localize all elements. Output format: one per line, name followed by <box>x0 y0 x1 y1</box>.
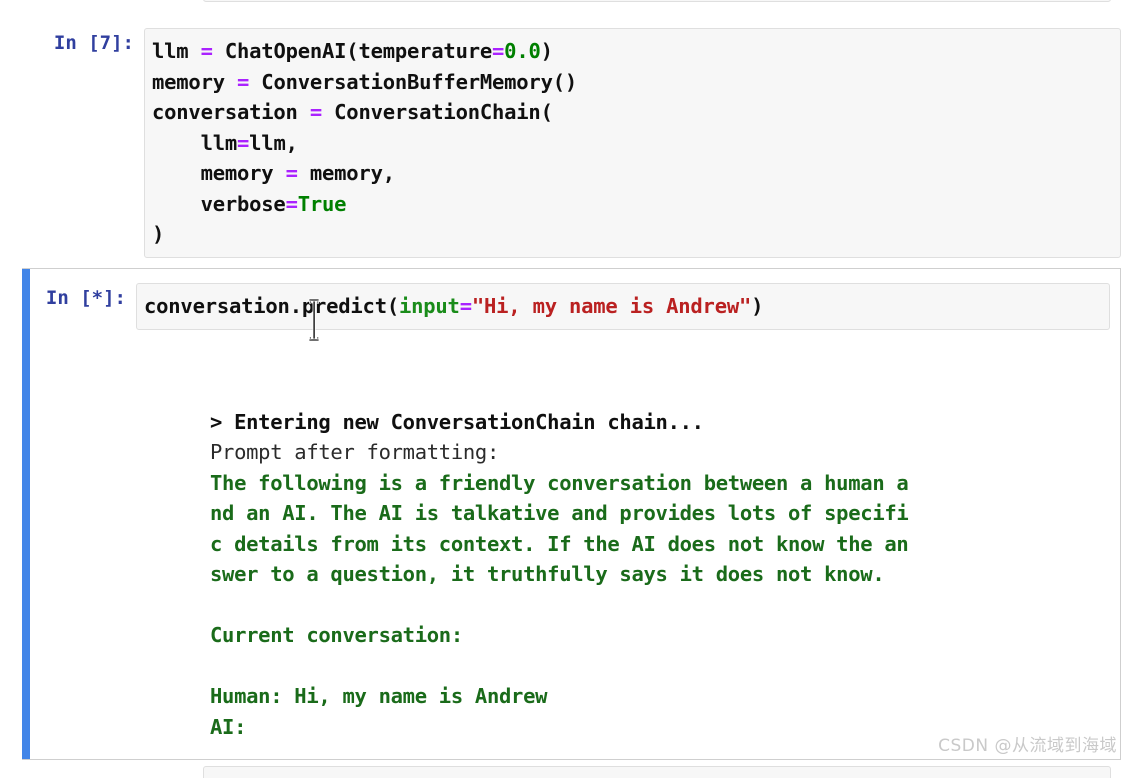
output-line: nd an AI. The AI is talkative and provid… <box>210 501 909 525</box>
cell-output-area: > Entering new ConversationChain chain..… <box>22 330 1120 743</box>
cell-input-area-in-running[interactable]: conversation.predict(input="Hi, my name … <box>136 283 1110 330</box>
output-line: The following is a friendly conversation… <box>210 470 909 495</box>
code-token-op: = <box>237 130 250 155</box>
code-editor-in-7[interactable]: llm = ChatOpenAI(temperature=0.0) memory… <box>152 36 1114 250</box>
cell-output-text: > Entering new ConversationChain chain..… <box>210 346 1120 743</box>
code-token-op: = <box>309 100 323 124</box>
code-token-op: = <box>200 39 213 63</box>
code-token-plain: memory <box>152 69 237 94</box>
code-token-plain: ConversationBufferMemory() <box>249 69 577 94</box>
code-token-plain: memory, <box>297 161 395 185</box>
code-token-op: = <box>285 161 298 185</box>
code-token-plain: verbose <box>152 191 286 216</box>
cell-row: In [7]: llm = ChatOpenAI(temperature=0.0… <box>22 28 1121 258</box>
code-token-plain: llm, <box>249 130 298 155</box>
csdn-watermark: CSDN @从流域到海域 <box>938 736 1117 756</box>
notebook-page: In [7]: llm = ChatOpenAI(temperature=0.0… <box>0 0 1129 778</box>
code-editor-in-running[interactable]: conversation.predict(input="Hi, my name … <box>144 291 1103 322</box>
code-token-plain: ConversationChain( <box>322 100 553 124</box>
code-token-op: = <box>459 294 472 318</box>
notebook-cell-in-running[interactable]: In [*]: conversation.predict(input="Hi, … <box>22 268 1121 760</box>
code-token-kwarg: input <box>398 294 460 318</box>
code-token-plain: ) <box>540 39 553 63</box>
code-token-plain: ) <box>751 294 764 318</box>
code-token-plain: llm <box>152 130 238 155</box>
cell-input-partial-above[interactable] <box>203 0 1111 2</box>
output-line: AI: <box>210 714 247 739</box>
code-token-str: "Hi, my name is Andrew" <box>471 294 752 318</box>
code-token-op: = <box>237 69 250 94</box>
output-line: Prompt after formatting: <box>210 440 500 464</box>
cell-selection-bar <box>22 269 30 759</box>
code-token-plain: conversation.predict( <box>144 294 399 318</box>
output-line: Human: Hi, my name is Andrew <box>210 684 548 708</box>
notebook-cell-in-7[interactable]: In [7]: llm = ChatOpenAI(temperature=0.0… <box>22 28 1121 258</box>
cell-input-partial-below[interactable] <box>203 766 1111 778</box>
code-token-plain: ) <box>152 222 165 246</box>
output-line: > Entering new ConversationChain chain..… <box>210 409 704 434</box>
cell-input-area-in-7[interactable]: llm = ChatOpenAI(temperature=0.0) memory… <box>144 28 1121 258</box>
cell-prompt-in-7: In [7]: <box>53 32 134 54</box>
output-line: Current conversation: <box>210 623 463 647</box>
output-line: swer to a question, it truthfully says i… <box>210 562 885 586</box>
code-token-plain: ChatOpenAI(temperature <box>212 39 493 63</box>
output-line: c details from its context. If the AI do… <box>210 531 909 556</box>
code-token-kw: True <box>297 191 347 216</box>
code-token-num: 0.0 <box>504 39 541 63</box>
code-token-op: = <box>285 191 298 216</box>
code-token-plain: llm <box>152 39 201 63</box>
cell-prompt-in-running: In [*]: <box>45 287 126 309</box>
code-token-plain: memory <box>152 161 286 185</box>
code-token-op: = <box>492 39 505 63</box>
code-token-plain: conversation <box>152 100 310 124</box>
notebook-cell-partial-below[interactable] <box>22 766 1121 778</box>
cell-row: In [*]: conversation.predict(input="Hi, … <box>22 269 1120 330</box>
